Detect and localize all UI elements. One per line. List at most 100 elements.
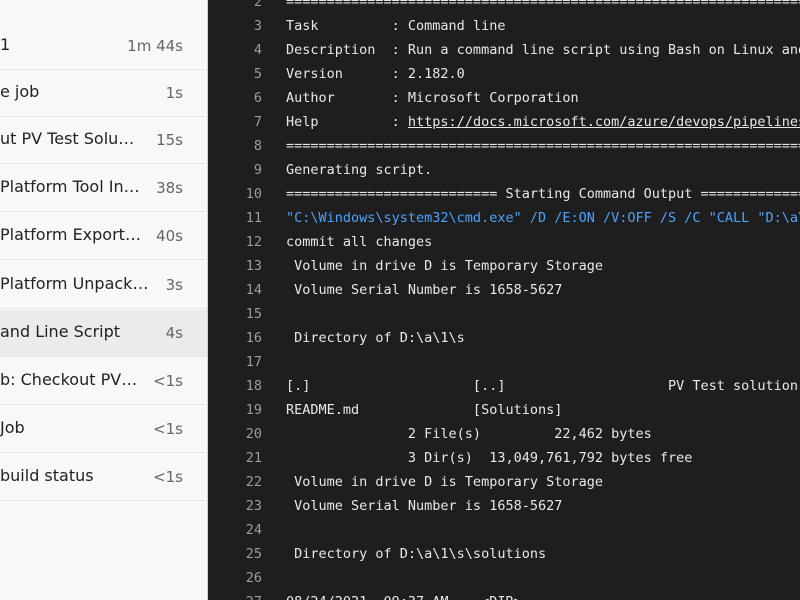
step-name: Platform Unpack… bbox=[0, 274, 149, 293]
step-name: b: Checkout PV… bbox=[0, 370, 138, 389]
step-row[interactable]: b: Checkout PV… <1s bbox=[0, 358, 207, 405]
log-line: 20 2 File(s) 22,462 bytes bbox=[208, 422, 800, 446]
line-number: 6 bbox=[253, 90, 262, 106]
line-number: 11 bbox=[245, 210, 262, 226]
log-line-text: README.md [Solutions] bbox=[286, 402, 563, 418]
line-number: 26 bbox=[245, 570, 262, 586]
log-line: 23 Volume Serial Number is 1658-5627 bbox=[208, 494, 800, 518]
log-line: 25 Directory of D:\a\1\s\solutions bbox=[208, 542, 800, 566]
log-line: 4 Description : Run a command line script… bbox=[208, 38, 800, 62]
log-line-text: Version : 2.182.0 bbox=[286, 66, 465, 82]
log-line-text: 08/24/2021 09:37 AM <DIR> bbox=[286, 590, 522, 600]
step-row[interactable]: Platform Export… 40s bbox=[0, 213, 207, 260]
step-name: e job bbox=[0, 82, 40, 101]
log-line-text: ========================================… bbox=[286, 0, 800, 10]
step-name: Job bbox=[0, 418, 25, 437]
step-name: build status bbox=[0, 466, 94, 485]
log-line: 8 =======================================… bbox=[208, 134, 800, 158]
step-duration: 1s bbox=[165, 84, 183, 102]
step-row[interactable]: e job 1s bbox=[0, 70, 207, 117]
log-line-text: Generating script. bbox=[286, 162, 433, 178]
log-line: 16 Directory of D:\a\1\s bbox=[208, 326, 800, 350]
step-row[interactable]: Job <1s bbox=[0, 406, 207, 453]
log-line-text: Help : https://docs.microsoft.com/azure/… bbox=[286, 110, 800, 134]
log-line: 6 Author : Microsoft Corporation bbox=[208, 86, 800, 110]
line-number: 4 bbox=[253, 42, 262, 58]
step-duration: 38s bbox=[156, 179, 183, 197]
log-line-text: ========================================… bbox=[286, 138, 800, 154]
log-output-panel[interactable]: 2 =======================================… bbox=[208, 0, 800, 600]
line-number: 27 bbox=[208, 590, 262, 600]
line-number: 10 bbox=[245, 186, 262, 202]
step-duration: <1s bbox=[153, 420, 183, 438]
line-number: 15 bbox=[245, 306, 262, 322]
log-line: 7 Help : https://docs.microsoft.com/azure… bbox=[208, 110, 800, 134]
step-duration: 4s bbox=[165, 324, 183, 342]
line-number: 12 bbox=[245, 234, 262, 250]
line-number: 21 bbox=[245, 450, 262, 466]
line-number: 23 bbox=[245, 498, 262, 514]
log-line: 18 [.] [..] PV Test solution.zip bbox=[208, 374, 800, 398]
step-duration: 1m 44s bbox=[127, 37, 183, 55]
log-line: 19 README.md [Solutions] bbox=[208, 398, 800, 422]
step-duration: 15s bbox=[156, 131, 183, 149]
log-line: 14 Volume Serial Number is 1658-5627 bbox=[208, 278, 800, 302]
log-line: 10 ========================== Starting Co… bbox=[208, 182, 800, 206]
step-row[interactable]: and Line Script 4s bbox=[0, 310, 207, 357]
step-name: and Line Script bbox=[0, 322, 121, 341]
log-line: 21 3 Dir(s) 13,049,761,792 bytes free bbox=[208, 446, 800, 470]
log-line-text: Volume in drive D is Temporary Storage bbox=[286, 474, 603, 490]
step-name: Platform Tool In… bbox=[0, 177, 140, 196]
line-number: 25 bbox=[245, 546, 262, 562]
line-number: 19 bbox=[245, 402, 262, 418]
log-line: 22 Volume in drive D is Temporary Storag… bbox=[208, 470, 800, 494]
log-line: 12 commit all changes bbox=[208, 230, 800, 254]
log-line: 3 Task : Command line bbox=[208, 14, 800, 38]
log-line: 13 Volume in drive D is Temporary Storag… bbox=[208, 254, 800, 278]
step-duration: <1s bbox=[153, 372, 183, 390]
log-line-text: "C:\Windows\system32\cmd.exe" /D /E:ON /… bbox=[286, 210, 800, 226]
log-line-text: Author : Microsoft Corporation bbox=[286, 90, 579, 106]
log-line-text: [.] [..] PV Test solution.zip bbox=[286, 378, 800, 394]
log-line-text: Volume Serial Number is 1658-5627 bbox=[286, 498, 563, 514]
log-line-text: Volume Serial Number is 1658-5627 bbox=[286, 282, 563, 298]
line-number: 14 bbox=[245, 282, 262, 298]
log-line-text: Directory of D:\a\1\s bbox=[286, 330, 465, 346]
step-duration: <1s bbox=[153, 468, 183, 486]
log-line-text: 3 Dir(s) 13,049,761,792 bytes free bbox=[286, 450, 693, 466]
line-number: 22 bbox=[245, 474, 262, 490]
log-line: 2 =======================================… bbox=[208, 0, 800, 14]
line-number: 8 bbox=[253, 138, 262, 154]
log-line-text: 2 File(s) 22,462 bytes bbox=[286, 426, 652, 442]
log-line-text: commit all changes bbox=[286, 234, 433, 250]
help-link[interactable]: https://docs.microsoft.com/azure/devops/… bbox=[408, 114, 800, 130]
step-row[interactable]: 1 1m 44s bbox=[0, 23, 207, 70]
log-line-text: ========================== Starting Comm… bbox=[286, 186, 800, 202]
line-number: 5 bbox=[253, 66, 262, 82]
step-row[interactable]: Platform Tool In… 38s bbox=[0, 165, 207, 212]
log-line-text: Volume in drive D is Temporary Storage bbox=[286, 258, 603, 274]
line-number: 20 bbox=[245, 426, 262, 442]
line-number: 24 bbox=[245, 522, 262, 538]
step-row[interactable]: ut PV Test Solu… 15s bbox=[0, 117, 207, 164]
log-line: 5 Version : 2.182.0 bbox=[208, 62, 800, 86]
log-line: 26 bbox=[208, 566, 800, 590]
step-name: 1 bbox=[0, 35, 11, 54]
line-number: 16 bbox=[245, 330, 262, 346]
line-number: 3 bbox=[253, 18, 262, 34]
step-duration: 3s bbox=[165, 276, 183, 294]
step-name: ut PV Test Solu… bbox=[0, 129, 135, 148]
log-line-text: Directory of D:\a\1\s\solutions bbox=[286, 546, 547, 562]
log-line: 24 bbox=[208, 518, 800, 542]
line-number: 9 bbox=[253, 162, 262, 178]
log-line: 15 bbox=[208, 302, 800, 326]
log-line-text: Description : Run a command line script … bbox=[286, 42, 800, 58]
log-line: 17 bbox=[208, 350, 800, 374]
job-steps-sidebar: 1 1m 44s e job 1s ut PV Test Solu… 15s Platfor… bbox=[0, 0, 208, 600]
line-number: 2 bbox=[253, 0, 262, 10]
line-number: 17 bbox=[245, 354, 262, 370]
log-line: 9 Generating script. bbox=[208, 158, 800, 182]
step-duration: 40s bbox=[156, 227, 183, 245]
step-row[interactable]: build status <1s bbox=[0, 454, 207, 501]
step-row[interactable]: Platform Unpack… 3s bbox=[0, 262, 207, 309]
